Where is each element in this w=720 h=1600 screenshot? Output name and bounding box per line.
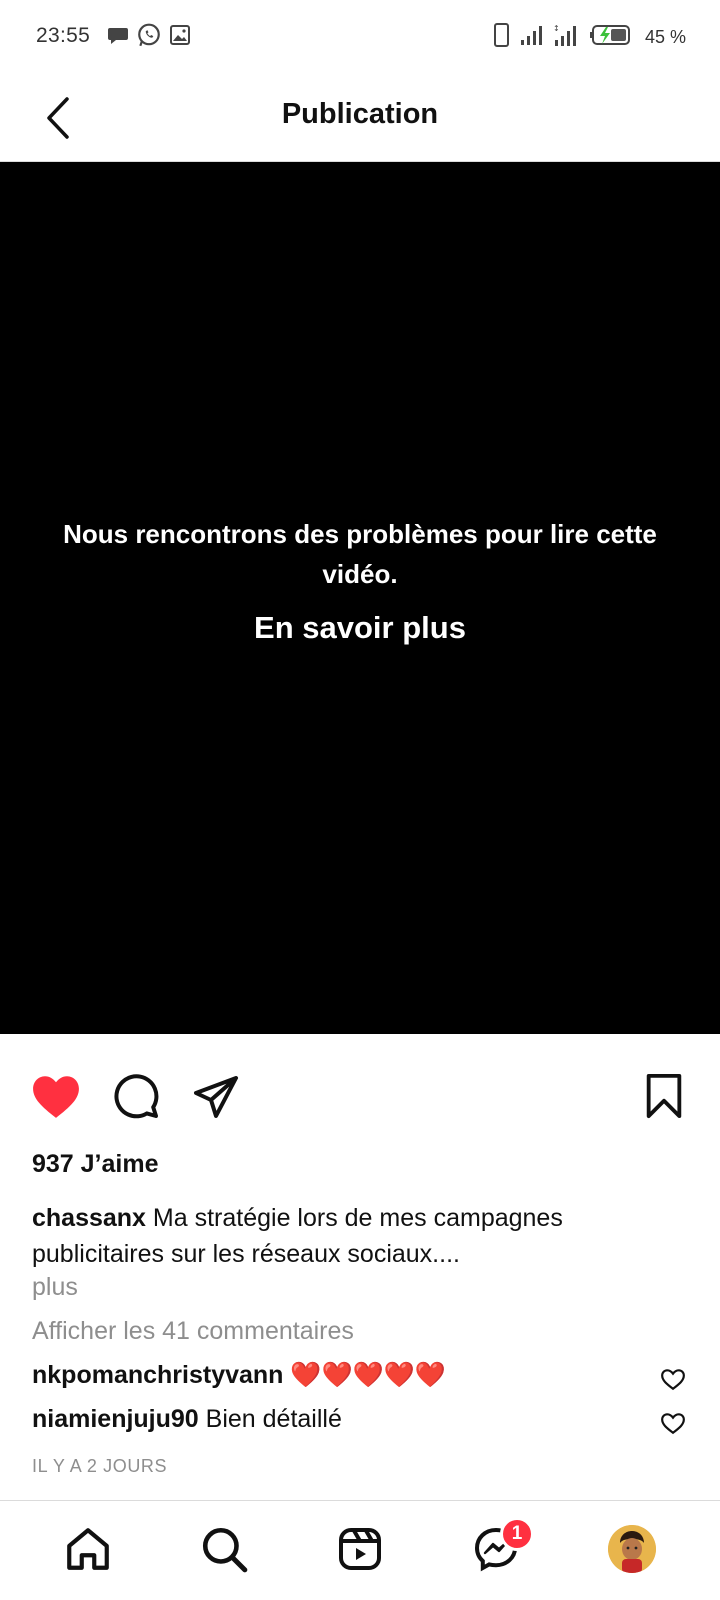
like-count[interactable]: 937 J’aime: [32, 1150, 159, 1179]
comment-item: niamienjuju90 Bien détaillé: [32, 1405, 688, 1434]
learn-more-link[interactable]: En savoir plus: [0, 610, 720, 646]
nav-search[interactable]: [196, 1521, 252, 1577]
profile-avatar: [608, 1525, 656, 1573]
phone-icon: [493, 22, 511, 53]
comment-like-button[interactable]: [660, 1410, 688, 1438]
video-player[interactable]: Nous rencontrons des problèmes pour lire…: [0, 162, 720, 1034]
reels-icon: [339, 1528, 381, 1570]
home-icon: [67, 1528, 109, 1570]
top-app-bar: Publication: [0, 74, 720, 162]
status-bar: 23:55 ↕ 45 %: [0, 0, 720, 74]
whatsapp-icon: [136, 22, 162, 53]
comment-text: ❤️❤️❤️❤️❤️: [290, 1361, 447, 1389]
heart-outline-icon: [661, 1369, 685, 1391]
nav-reels[interactable]: [332, 1521, 388, 1577]
comment-text: Bien détaillé: [205, 1405, 342, 1433]
comment-username[interactable]: nkpomanchristyvann: [32, 1361, 283, 1389]
message-icon: [106, 23, 130, 52]
comment-username[interactable]: niamienjuju90: [32, 1405, 199, 1433]
comment-like-button[interactable]: [660, 1366, 688, 1394]
video-error-message: Nous rencontrons des problèmes pour lire…: [63, 519, 657, 589]
messenger-badge: 1: [500, 1517, 534, 1551]
signal-icon: ↕: [553, 23, 581, 52]
battery-icon: [589, 24, 633, 51]
share-button[interactable]: [190, 1070, 242, 1122]
bookmark-icon: [646, 1073, 682, 1119]
status-notification-icons: [106, 22, 192, 53]
author-username[interactable]: chassanx: [32, 1204, 146, 1232]
signal-icon: [519, 24, 545, 51]
nav-home[interactable]: [60, 1521, 116, 1577]
comment-button[interactable]: [110, 1070, 162, 1122]
view-all-comments-link[interactable]: Afficher les 41 commentaires: [32, 1317, 354, 1346]
like-button[interactable]: [30, 1070, 82, 1122]
gallery-icon: [168, 23, 192, 52]
caption-more-link[interactable]: plus: [32, 1273, 78, 1302]
battery-percentage: 45 %: [644, 27, 686, 47]
heart-outline-icon: [661, 1413, 685, 1435]
status-system-icons: ↕ 45 %: [493, 22, 686, 53]
search-icon: [202, 1527, 248, 1573]
post-caption: chassanx Ma stratégie lors de mes campag…: [32, 1200, 682, 1272]
nav-messenger[interactable]: 1: [468, 1517, 534, 1577]
page-title: Publication: [281, 98, 439, 130]
save-button[interactable]: [638, 1070, 690, 1122]
status-time: 23:55: [36, 24, 91, 47]
nav-profile[interactable]: [604, 1521, 660, 1577]
post-actions: [0, 1066, 720, 1124]
svg-text:↕: ↕: [553, 24, 560, 33]
post-timestamp: IL Y A 2 JOURS: [32, 1456, 168, 1476]
send-icon: [194, 1076, 238, 1118]
bottom-navigation: 1: [0, 1500, 720, 1600]
comment-icon: [114, 1074, 159, 1119]
heart-filled-icon: [33, 1076, 79, 1118]
comment-item: nkpomanchristyvann ❤️❤️❤️❤️❤️: [32, 1361, 688, 1390]
